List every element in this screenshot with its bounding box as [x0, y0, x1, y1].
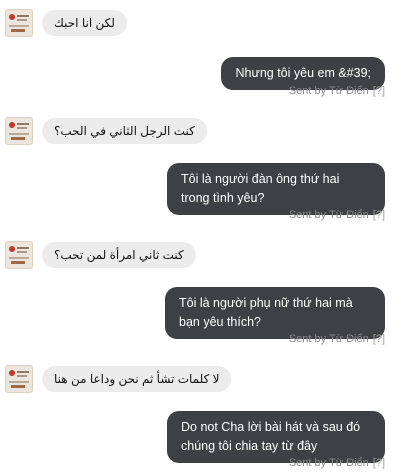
avatar[interactable] — [5, 9, 33, 37]
help-link[interactable]: [?] — [373, 209, 385, 221]
sent-by-label: Sent by Từ Điển — [288, 85, 369, 97]
avatar[interactable] — [5, 241, 33, 269]
avatar[interactable] — [5, 117, 33, 145]
help-link[interactable]: [?] — [373, 333, 385, 345]
help-link[interactable]: [?] — [373, 85, 385, 97]
message-row-incoming: كنت الرجل الثاني في الحب؟ — [5, 117, 207, 145]
message-row-incoming: لكن انا احبك — [5, 9, 127, 37]
incoming-message-bubble: لكن انا احبك — [42, 10, 127, 36]
message-row-incoming: لا كلمات تشأ ثم نحن وداعا من هنا — [5, 365, 232, 393]
avatar[interactable] — [5, 365, 33, 393]
outgoing-message-bubble: Tôi là người phụ nữ thứ hai mà bạn yêu t… — [165, 287, 385, 339]
incoming-message-bubble: كنت الرجل الثاني في الحب؟ — [42, 118, 207, 144]
sent-by-footer: Sent by Từ Điển [?] — [289, 333, 385, 345]
help-link[interactable]: [?] — [373, 457, 385, 469]
message-row-incoming: كنت ثاني امرأة لمن تحب؟ — [5, 241, 196, 269]
sent-by-footer: Sent by Từ Điển [?] — [289, 85, 385, 97]
outgoing-message-bubble: Do not Cha lời bài hát và sau đó chúng t… — [167, 411, 385, 463]
sent-by-label: Sent by Từ Điển — [288, 457, 369, 469]
sent-by-label: Sent by Từ Điển — [288, 333, 369, 345]
sent-by-footer: Sent by Từ Điển [?] — [289, 457, 385, 469]
sent-by-footer: Sent by Từ Điển [?] — [289, 209, 385, 221]
incoming-message-bubble: لا كلمات تشأ ثم نحن وداعا من هنا — [42, 366, 232, 392]
outgoing-message-bubble: Tôi là người đàn ông thứ hai trong tình … — [167, 163, 385, 215]
incoming-message-bubble: كنت ثاني امرأة لمن تحب؟ — [42, 242, 196, 268]
sent-by-label: Sent by Từ Điển — [288, 209, 369, 221]
